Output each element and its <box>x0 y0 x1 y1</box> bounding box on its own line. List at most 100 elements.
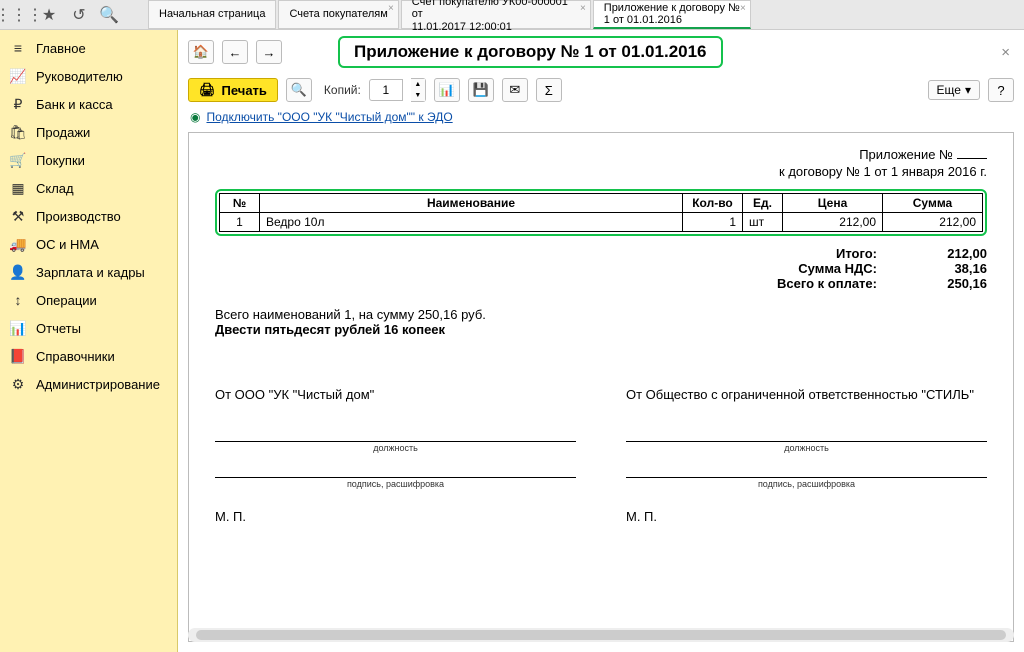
export-button[interactable]: 📊 <box>434 78 460 102</box>
help-button[interactable]: ? <box>988 78 1014 102</box>
col-price: Цена <box>783 194 883 213</box>
sidebar-item-operations[interactable]: ↕Операции <box>0 286 177 314</box>
print-label: Печать <box>222 83 267 98</box>
sidebar-item-label: Администрирование <box>36 377 160 392</box>
sidebar-item-admin[interactable]: ⚙ Администрирование <box>0 370 177 398</box>
sidebar-item-label: Главное <box>36 41 86 56</box>
sidebar-item-label: Продажи <box>36 125 90 140</box>
sidebar-item-bank[interactable]: ₽ Банк и касса <box>0 90 177 118</box>
sidebar-item-main[interactable]: ≡ Главное <box>0 34 177 62</box>
ruble-icon: ₽ <box>10 96 26 112</box>
sidebar-item-label: Покупки <box>36 153 85 168</box>
cell-unit: шт <box>743 213 783 232</box>
close-icon[interactable]: × <box>388 3 394 14</box>
tab-invoice-detail[interactable]: Счет покупателю УК00-000001 от 11.01.201… <box>401 0 591 29</box>
sidebar-item-label: Зарплата и кадры <box>36 265 145 280</box>
menu-icon: ≡ <box>10 40 26 56</box>
more-label: Еще <box>937 83 961 97</box>
sidebar-item-purchases[interactable]: 🛒 Покупки <box>0 146 177 174</box>
tab-label: Начальная страница <box>159 8 265 20</box>
preview-button[interactable]: 🔍 <box>286 78 312 102</box>
nds-label: Сумма НДС: <box>757 261 877 276</box>
edo-link-row: ◉ Подключить "ООО "УК "Чистый дом"" к ЭД… <box>178 106 1024 128</box>
close-button[interactable]: × <box>997 44 1014 61</box>
sum-button[interactable]: Σ <box>536 78 562 102</box>
toolbar: 🖨 Печать 🔍 Копий: ▲▼ 📊 💾 ✉ Σ Еще ▾ ? <box>178 74 1024 106</box>
contract-line: к договору № 1 от 1 января 2016 г. <box>215 164 987 179</box>
sidebar-item-references[interactable]: 📕Справочники <box>0 342 177 370</box>
sidebar-item-label: Справочники <box>36 349 115 364</box>
doc-header: Приложение № к договору № 1 от 1 января … <box>215 147 987 179</box>
summary-line: Всего наименований 1, на сумму 250,16 ру… <box>215 307 987 322</box>
position-line: должность <box>626 441 987 453</box>
titlebar: 🏠 ← → Приложение к договору № 1 от 01.01… <box>178 30 1024 74</box>
arrows-icon: ↕ <box>10 292 26 308</box>
apps-icon[interactable]: ⋮⋮⋮ <box>10 6 28 24</box>
chevron-up-icon[interactable]: ▲ <box>411 79 425 90</box>
col-qty: Кол-во <box>683 194 743 213</box>
close-icon[interactable]: × <box>740 3 746 14</box>
sidebar-item-manager[interactable]: 📈Руководителю <box>0 62 177 90</box>
position-line: должность <box>215 441 576 453</box>
page-title: Приложение к договору № 1 от 01.01.2016 <box>338 36 723 68</box>
copies-input[interactable] <box>369 79 403 101</box>
sidebar-item-production[interactable]: ⚒Производство <box>0 202 177 230</box>
star-icon[interactable]: ★ <box>40 6 58 24</box>
copies-spinner[interactable]: ▲▼ <box>411 78 426 102</box>
tab-contract-appendix[interactable]: Приложение к договору № 1 от 01.01.2016 … <box>593 0 751 29</box>
gear-icon: ⚙ <box>10 376 26 392</box>
nds-value: 38,16 <box>917 261 987 276</box>
tab-label-1: Приложение к договору № <box>604 2 740 14</box>
col-sum: Сумма <box>883 194 983 213</box>
mp-right: М. П. <box>626 509 987 524</box>
more-button[interactable]: Еще ▾ <box>928 80 980 100</box>
itogo-label: Итого: <box>757 246 877 261</box>
tab-label: Счета покупателям <box>289 8 387 20</box>
col-unit: Ед. <box>743 194 783 213</box>
horizontal-scrollbar[interactable] <box>188 628 1014 642</box>
cart-icon: 🛒 <box>10 152 26 168</box>
from-right: От Общество с ограниченной ответственнос… <box>626 387 987 417</box>
tab-label-1: Счет покупателю УК00-000001 от <box>412 0 580 21</box>
printer-icon: 🖨 <box>199 82 216 98</box>
save-button[interactable]: 💾 <box>468 78 494 102</box>
cell-n: 1 <box>220 213 260 232</box>
sign-line: подпись, расшифровка <box>215 477 576 489</box>
print-button[interactable]: 🖨 Печать <box>188 78 278 102</box>
from-left: От ООО "УК "Чистый дом" <box>215 387 576 417</box>
sidebar-item-reports[interactable]: 📊Отчеты <box>0 314 177 342</box>
back-button[interactable]: ← <box>222 40 248 64</box>
scrollbar-thumb[interactable] <box>196 630 1006 640</box>
forward-button[interactable]: → <box>256 40 282 64</box>
cell-sum: 212,00 <box>883 213 983 232</box>
total-label: Всего к оплате: <box>757 276 877 291</box>
sidebar-item-sales[interactable]: 🛍 Продажи <box>0 118 177 146</box>
mp-left: М. П. <box>215 509 576 524</box>
sidebar-item-label: Банк и касса <box>36 97 113 112</box>
tools-icon: ⚒ <box>10 208 26 224</box>
home-button[interactable]: 🏠 <box>188 40 214 64</box>
sidebar-item-assets[interactable]: 🚚ОС и НМА <box>0 230 177 258</box>
sidebar-item-payroll[interactable]: 👤Зарплата и кадры <box>0 258 177 286</box>
chart-icon: 📈 <box>10 68 26 84</box>
history-icon[interactable]: ↺ <box>70 6 88 24</box>
totals: Итого: 212,00 Сумма НДС: 38,16 Всего к опл… <box>215 246 987 291</box>
summary-words: Двести пятьдесят рублей 16 копеек <box>215 322 987 337</box>
tab-home[interactable]: Начальная страница <box>148 0 276 29</box>
main-panel: 🏠 ← → Приложение к договору № 1 от 01.01… <box>178 30 1024 652</box>
itogo-value: 212,00 <box>917 246 987 261</box>
sidebar: ≡ Главное 📈Руководителю ₽ Банк и касса 🛍 Пр… <box>0 30 178 652</box>
document-area: Приложение № к договору № 1 от 1 января … <box>188 132 1014 642</box>
tab-invoices[interactable]: Счета покупателям × <box>278 0 398 29</box>
chevron-down-icon[interactable]: ▼ <box>411 90 425 101</box>
close-icon[interactable]: × <box>580 3 586 14</box>
bag-icon: 🛍 <box>10 124 26 140</box>
search-icon[interactable]: 🔍 <box>100 6 118 24</box>
tab-label-2: 1 от 01.01.2016 <box>604 14 740 26</box>
edo-link[interactable]: Подключить "ООО "УК "Чистый дом"" к ЭДО <box>206 110 452 124</box>
col-name: Наименование <box>260 194 683 213</box>
mail-button[interactable]: ✉ <box>502 78 528 102</box>
signature-left: От ООО "УК "Чистый дом" должность подпис… <box>215 387 576 524</box>
sidebar-item-warehouse[interactable]: ▦Склад <box>0 174 177 202</box>
appendix-label: Приложение № <box>859 147 953 162</box>
